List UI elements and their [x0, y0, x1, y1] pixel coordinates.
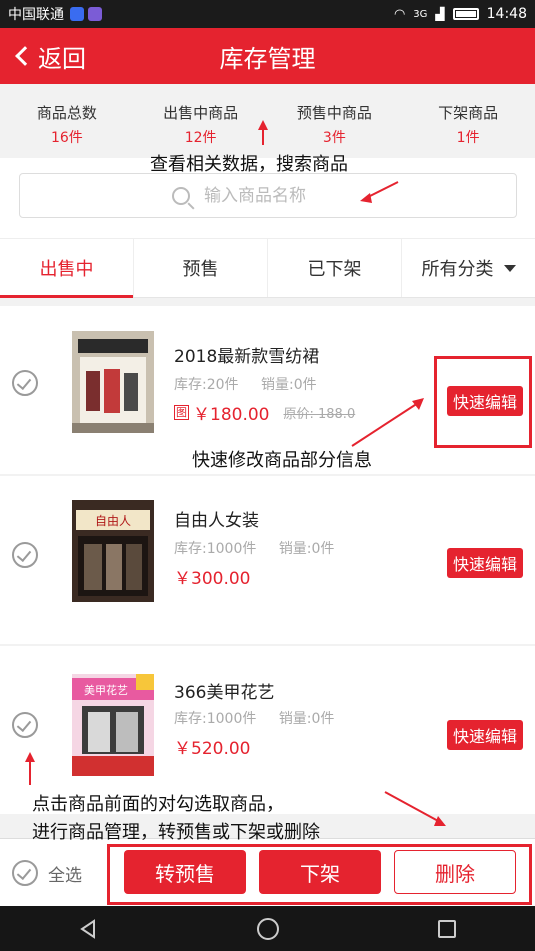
- quick-edit-button[interactable]: 快速编辑: [447, 386, 523, 416]
- quick-edit-button[interactable]: 快速编辑: [447, 720, 523, 750]
- original-price: 原价: 188.0: [283, 407, 356, 422]
- search-box[interactable]: [19, 173, 517, 218]
- product-name: 2018最新款雪纺裙: [174, 347, 320, 367]
- bottom-action-bar: 全选 转预售 下架 删除: [0, 838, 535, 906]
- tab-label: 出售中: [39, 259, 94, 280]
- stock-label: 库存:1000件: [174, 711, 257, 727]
- app-notification-icon: [88, 7, 102, 21]
- tab-label: 所有分类: [421, 259, 494, 280]
- stat-label: 下架商品: [438, 104, 499, 122]
- product-item: 美甲花艺 366美甲花艺 库存:1000件 销量:0件 ￥520.00 快速编辑: [0, 646, 535, 814]
- image-badge: 图: [174, 405, 189, 420]
- annotation-select-1: 点击商品前面的对勾选取商品，: [32, 794, 284, 815]
- quick-edit-button[interactable]: 快速编辑: [447, 548, 523, 578]
- product-image: 自由人: [72, 500, 154, 602]
- caret-down-icon: [503, 264, 516, 272]
- tab-label: 已下架: [307, 259, 362, 280]
- system-nav-bar: [0, 906, 535, 951]
- select-all-label: 全选: [48, 865, 82, 886]
- price-row: 图 ￥180.00 原价: 188.0: [174, 400, 355, 425]
- select-all-toggle[interactable]: 全选: [12, 860, 82, 886]
- chevron-left-icon: [15, 46, 35, 66]
- search-input[interactable]: [204, 185, 364, 206]
- product-meta: 库存:20件 销量:0件: [174, 374, 335, 394]
- battery-icon: [452, 8, 479, 20]
- product-name: 366美甲花艺: [174, 683, 275, 703]
- stat-label: 商品总数: [36, 104, 97, 122]
- item-checkbox[interactable]: [12, 542, 38, 568]
- recent-apps-icon[interactable]: [437, 919, 456, 938]
- product-price: ￥300.00: [174, 569, 251, 589]
- sales-label: 销量:0件: [278, 711, 335, 727]
- annotation-select-2: 进行商品管理，转预售或下架或删除: [32, 822, 320, 843]
- tab-presale[interactable]: 预售: [134, 239, 268, 297]
- stat-on-sale[interactable]: 出售中商品 12件: [134, 84, 268, 158]
- home-circle-icon[interactable]: [257, 917, 280, 940]
- tab-bar: 出售中 预售 已下架 所有分类: [0, 238, 535, 298]
- tab-label: 预售: [182, 259, 219, 280]
- item-checkbox[interactable]: [12, 370, 38, 396]
- category-dropdown[interactable]: 所有分类: [402, 239, 535, 297]
- sales-label: 销量:0件: [278, 541, 335, 557]
- stats-bar: 商品总数 16件 出售中商品 12件 预售中商品 3件 下架商品 1件: [0, 84, 535, 158]
- signal-icon: ▟: [435, 7, 445, 21]
- price-row: ￥520.00: [174, 734, 250, 759]
- product-image: 美甲花艺: [72, 674, 154, 776]
- product-item: 自由人 自由人女装 库存:1000件 销量:0件 ￥300.00 快速编辑: [0, 476, 535, 644]
- to-presale-button[interactable]: 转预售: [124, 850, 246, 894]
- product-price: ￥520.00: [174, 739, 251, 759]
- network-type: 3G: [413, 8, 428, 20]
- select-all-checkbox[interactable]: [12, 860, 38, 886]
- stat-label: 预售中商品: [296, 104, 372, 122]
- app-notification-icon: [70, 7, 84, 21]
- annotation-stats: 查看相关数据，搜索商品: [150, 154, 348, 175]
- price-row: ￥300.00: [174, 564, 250, 589]
- product-meta: 库存:1000件 销量:0件: [174, 538, 352, 558]
- product-image: [72, 331, 154, 433]
- status-bar: 中国联通 ◠ 3G ▟ 14:48: [0, 0, 535, 28]
- item-checkbox[interactable]: [12, 712, 38, 738]
- product-list: 2018最新款雪纺裙 库存:20件 销量:0件 图 ￥180.00 原价: 18…: [0, 298, 535, 838]
- stat-off-shelf[interactable]: 下架商品 1件: [401, 84, 535, 158]
- stat-count: 1件: [456, 130, 480, 146]
- stat-total[interactable]: 商品总数 16件: [0, 84, 134, 158]
- annotation-quick-edit: 快速修改商品部分信息: [192, 450, 372, 471]
- nav-bar: 返回 库存管理: [0, 28, 535, 84]
- sales-label: 销量:0件: [260, 377, 317, 393]
- product-price: ￥180.00: [193, 405, 270, 425]
- back-button[interactable]: 返回: [0, 28, 86, 84]
- stat-count: 16件: [50, 130, 83, 146]
- delete-button[interactable]: 删除: [394, 850, 516, 894]
- stat-count: 12件: [184, 130, 217, 146]
- stat-presale[interactable]: 预售中商品 3件: [268, 84, 402, 158]
- product-name: 自由人女装: [174, 511, 259, 531]
- svg-text:自由人: 自由人: [95, 514, 131, 528]
- back-label: 返回: [38, 44, 86, 73]
- tab-off-shelf[interactable]: 已下架: [268, 239, 402, 297]
- stock-label: 库存:20件: [174, 377, 239, 393]
- stock-label: 库存:1000件: [174, 541, 257, 557]
- stat-label: 出售中商品: [163, 104, 239, 122]
- product-meta: 库存:1000件 销量:0件: [174, 708, 352, 728]
- search-icon: [172, 186, 190, 205]
- carrier-label: 中国联通: [8, 7, 64, 23]
- stat-count: 3件: [322, 130, 346, 146]
- tab-on-sale[interactable]: 出售中: [0, 239, 134, 298]
- back-triangle-icon[interactable]: [79, 918, 99, 939]
- off-shelf-button[interactable]: 下架: [259, 850, 381, 894]
- wifi-icon: ◠: [393, 6, 406, 22]
- clock: 14:48: [486, 6, 527, 22]
- svg-text:美甲花艺: 美甲花艺: [84, 684, 128, 697]
